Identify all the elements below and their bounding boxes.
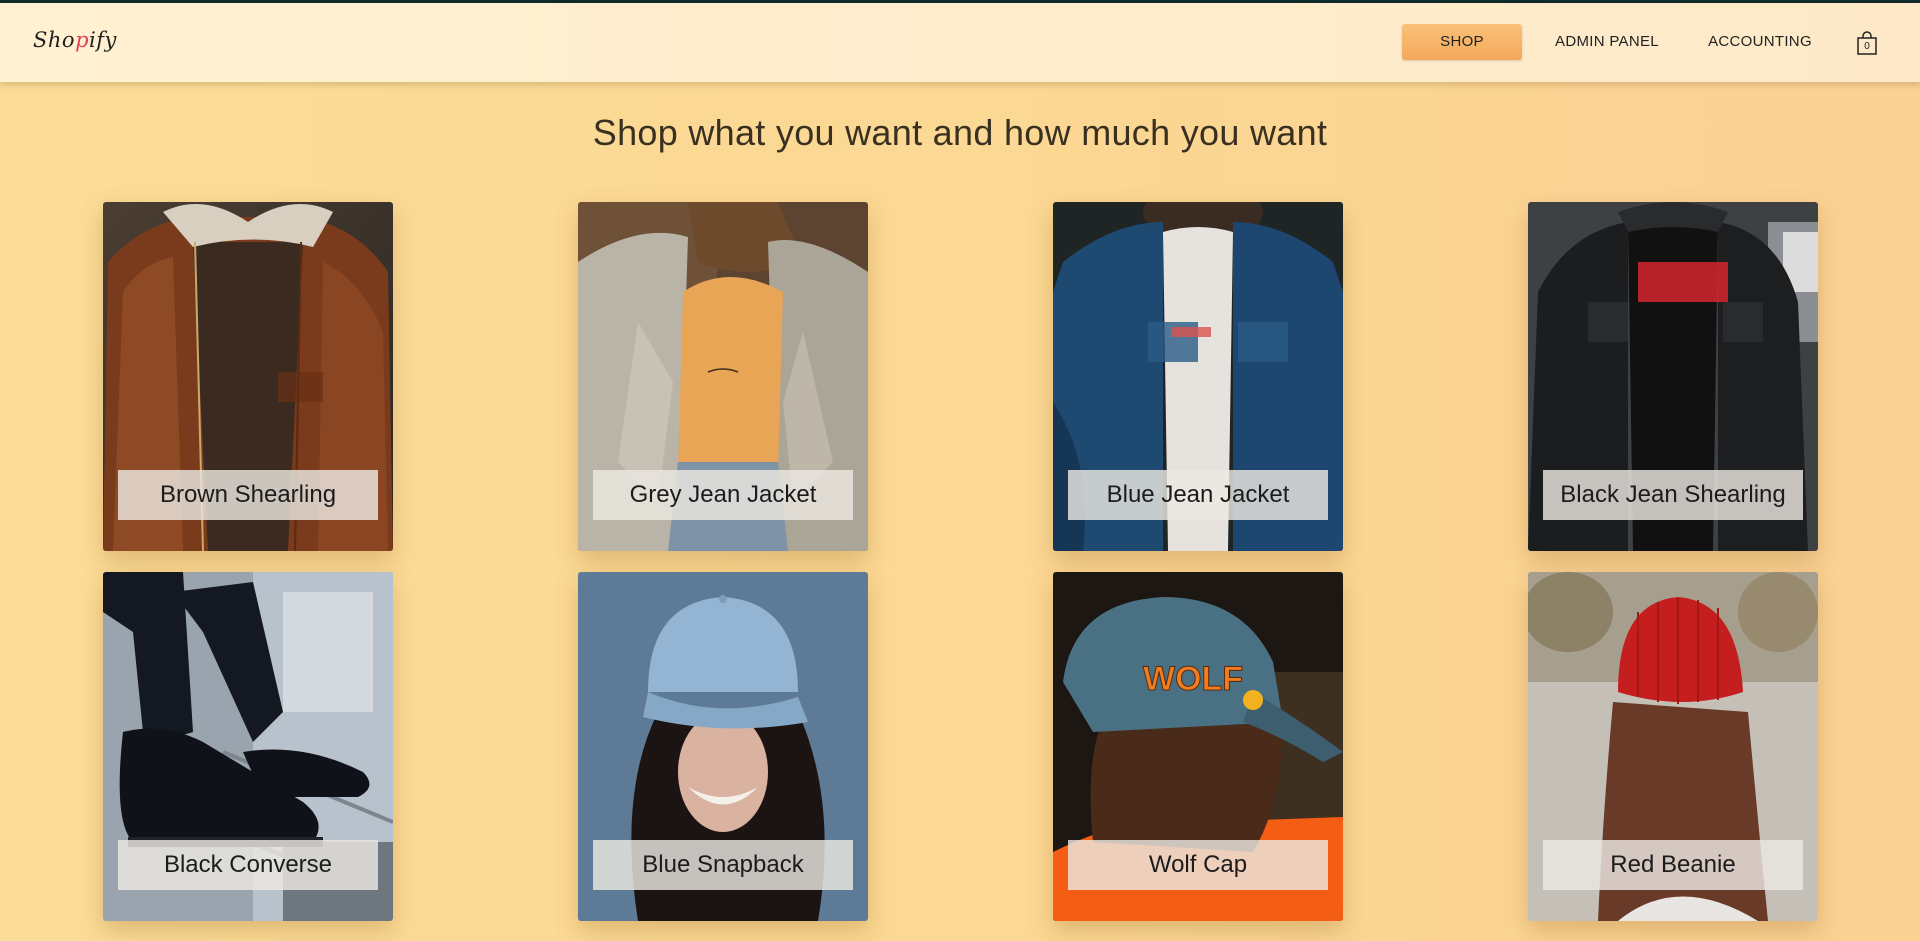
cart-button[interactable]: 0 [1856,30,1878,56]
product-name-label: Black Converse [118,840,378,890]
product-card-black-converse[interactable]: Black Converse [103,572,393,921]
product-card-black-jean-shearling[interactable]: Black Jean Shearling [1528,202,1818,551]
product-name-label: Black Jean Shearling [1543,470,1803,520]
svg-text:WOLF: WOLF [1143,660,1243,698]
product-card-blue-jean-jacket[interactable]: Blue Jean Jacket [1053,202,1343,551]
product-card-brown-shearling[interactable]: Brown Shearling [103,202,393,551]
logo-text-accent: p [75,28,90,52]
cart-count: 0 [1864,41,1870,52]
nav-admin-panel-link[interactable]: ADMIN PANEL [1548,24,1666,60]
product-name-label: Grey Jean Jacket [593,470,853,520]
product-card-grey-jean-jacket[interactable]: Grey Jean Jacket [578,202,868,551]
product-card-wolf-cap[interactable]: WOLF Wolf Cap [1053,572,1343,921]
page-heading: Shop what you want and how much you want [592,112,1328,153]
logo-text-prefix: Sho [33,28,76,52]
product-name-label: Blue Snapback [593,840,853,890]
product-name-label: Wolf Cap [1068,840,1328,890]
product-card-red-beanie[interactable]: Red Beanie [1528,572,1818,921]
product-name-label: Blue Jean Jacket [1068,470,1328,520]
product-card-blue-snapback[interactable]: Blue Snapback [578,572,868,921]
product-name-label: Brown Shearling [118,470,378,520]
navbar: Shopify SHOP ADMIN PANEL ACCOUNTING 0 [0,3,1920,82]
nav-shop-button[interactable]: SHOP [1402,24,1522,60]
logo-text-suffix: ify [89,28,117,52]
product-name-label: Red Beanie [1543,840,1803,890]
nav-accounting-link[interactable]: ACCOUNTING [1698,24,1822,60]
brand-logo[interactable]: Shopify [33,28,117,52]
